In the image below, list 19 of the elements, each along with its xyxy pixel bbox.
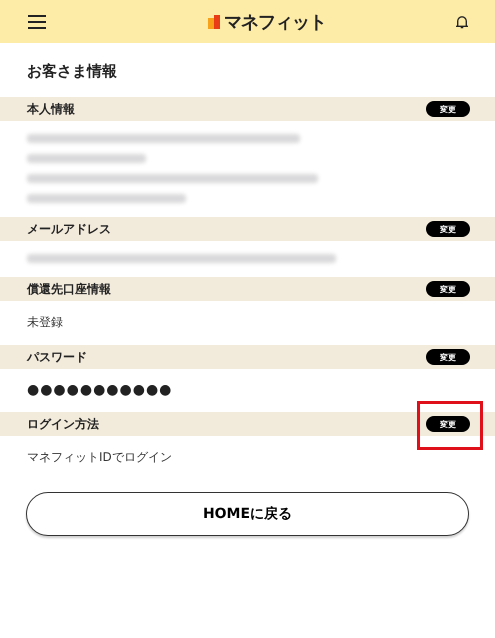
change-button[interactable]: 変更 (426, 101, 470, 117)
section-title: 本人情報 (27, 100, 75, 118)
change-button[interactable]: 変更 (426, 221, 470, 237)
field-value: 未登録 (27, 314, 64, 331)
section-title: パスワード (27, 348, 87, 366)
password-dots: ●●●●●●●●●●● (27, 382, 174, 398)
change-button[interactable]: 変更 (426, 281, 470, 297)
logo-icon (207, 14, 221, 30)
field-value: マネフィットIDでログイン (27, 449, 173, 466)
home-button[interactable]: HOMEに戻る (26, 492, 469, 536)
logo-text: マネフィット (224, 10, 326, 34)
bell-icon[interactable] (456, 14, 468, 28)
page-title: お客さま情報 (26, 61, 118, 82)
section-title: メールアドレス (27, 220, 111, 238)
section-title: 償還先口座情報 (27, 280, 111, 298)
section-title: ログイン方法 (27, 416, 99, 432)
menu-icon[interactable] (27, 14, 47, 30)
change-button[interactable]: 変更 (426, 349, 470, 365)
change-button[interactable]: 変更 (426, 416, 470, 432)
